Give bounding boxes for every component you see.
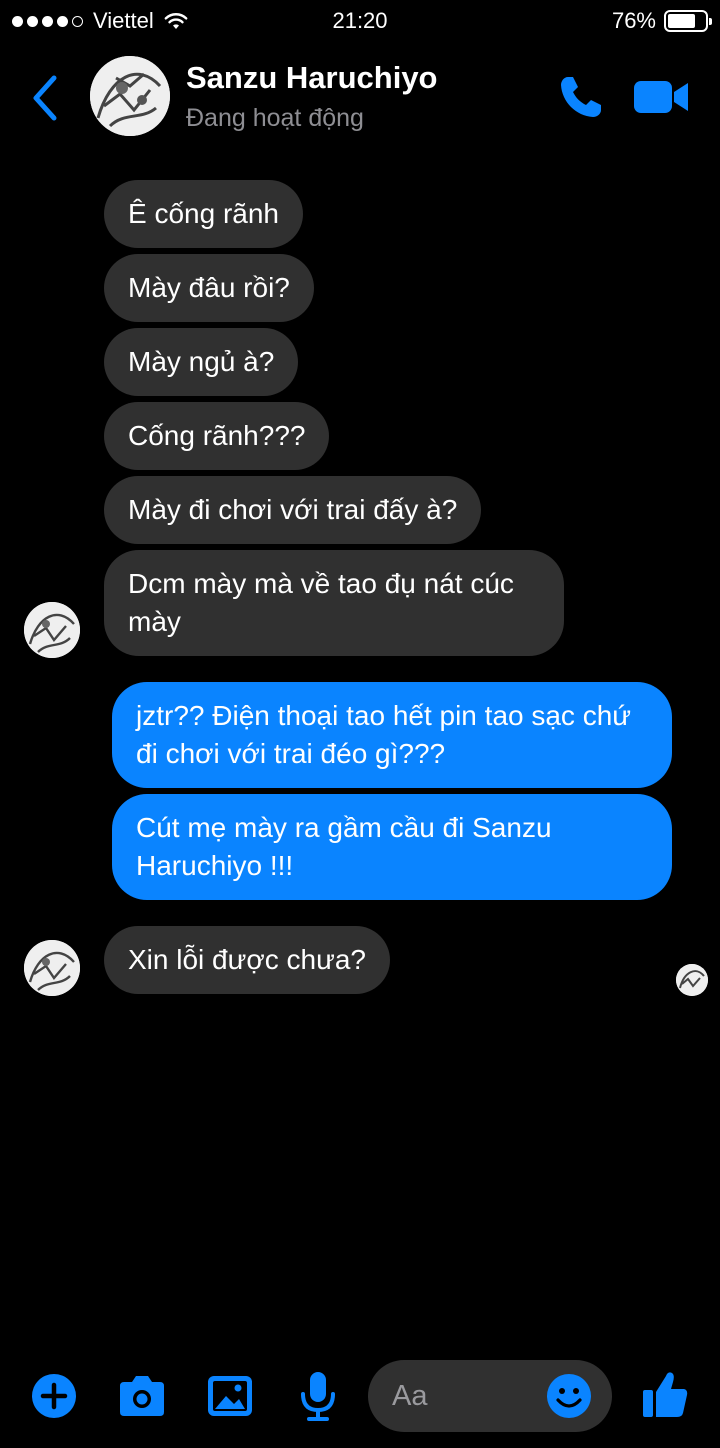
message-bubble-received[interactable]: Mày ngủ à? [104,328,299,396]
sender-avatar[interactable] [24,602,80,658]
microphone-icon[interactable] [298,1370,338,1422]
video-camera-icon[interactable] [632,78,690,116]
contact-avatar[interactable] [90,56,170,136]
composer-bar: Aa [0,1356,720,1436]
contact-name[interactable]: Sanzu Haruchiyo [186,60,438,96]
seen-receipt-avatar [676,964,708,996]
chat-header: Sanzu Haruchiyo Đang hoạt động [0,50,720,150]
battery-level [668,14,696,28]
back-chevron-icon[interactable] [26,72,66,124]
status-bar: Viettel 21:20 76% [0,0,720,42]
message-bubble-received[interactable]: Dcm mày mà về tao đụ nát cúc mày [104,550,564,656]
sender-avatar[interactable] [24,940,80,996]
active-status: Đang hoạt động [186,104,364,132]
battery-status: 76% [611,8,712,34]
message-input-placeholder: Aa [392,1380,428,1412]
message-input[interactable]: Aa [368,1360,612,1432]
battery-icon [664,10,712,32]
camera-icon[interactable] [116,1374,168,1418]
phone-icon[interactable] [558,74,604,120]
emoji-icon[interactable] [546,1373,592,1419]
message-bubble-received[interactable]: Cống rãnh??? [104,402,330,470]
message-bubble-received[interactable]: Xin lỗi được chưa? [104,926,390,994]
message-bubble-sent[interactable]: Cút mẹ mày ra gầm cầu đi Sanzu Haruchiyo… [112,794,672,900]
photo-icon[interactable] [206,1374,254,1418]
message-bubble-received[interactable]: Mày đi chơi với trai đấy à? [104,476,482,544]
thumbs-up-icon[interactable] [640,1368,690,1420]
message-bubble-sent[interactable]: jztr?? Điện thoại tao hết pin tao sạc ch… [112,682,672,788]
message-bubble-received[interactable]: Ê cống rãnh [104,180,303,248]
plus-icon[interactable] [30,1372,78,1420]
battery-percent: 76% [611,8,656,33]
message-bubble-received[interactable]: Mày đâu rồi? [104,254,314,322]
